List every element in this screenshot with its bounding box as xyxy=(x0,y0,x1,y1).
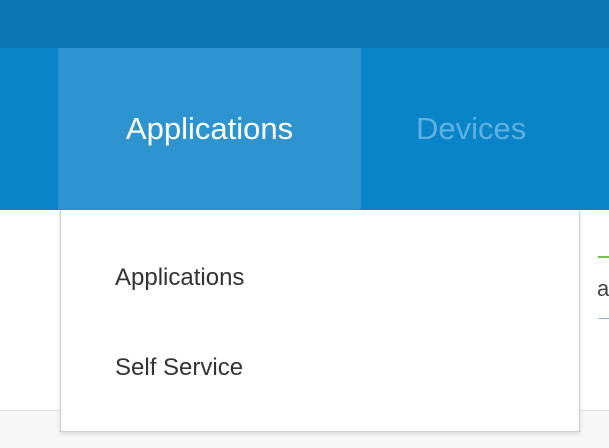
menu-item-self-service[interactable]: Self Service xyxy=(115,354,243,382)
menu-item-applications[interactable]: Applications xyxy=(115,264,244,292)
partial-content-underline xyxy=(598,318,609,319)
applications-dropdown-menu: Applications Self Service xyxy=(60,210,580,432)
partial-content-accent xyxy=(598,256,609,258)
top-header-strip xyxy=(0,0,609,48)
nav-tab-applications-label: Applications xyxy=(125,111,294,146)
nav-tab-devices-label: Devices xyxy=(416,111,527,146)
nav-tab-devices[interactable]: Devices xyxy=(361,48,609,210)
nav-tab-applications[interactable]: Applications xyxy=(58,48,361,210)
partial-content-text: a xyxy=(597,276,609,301)
